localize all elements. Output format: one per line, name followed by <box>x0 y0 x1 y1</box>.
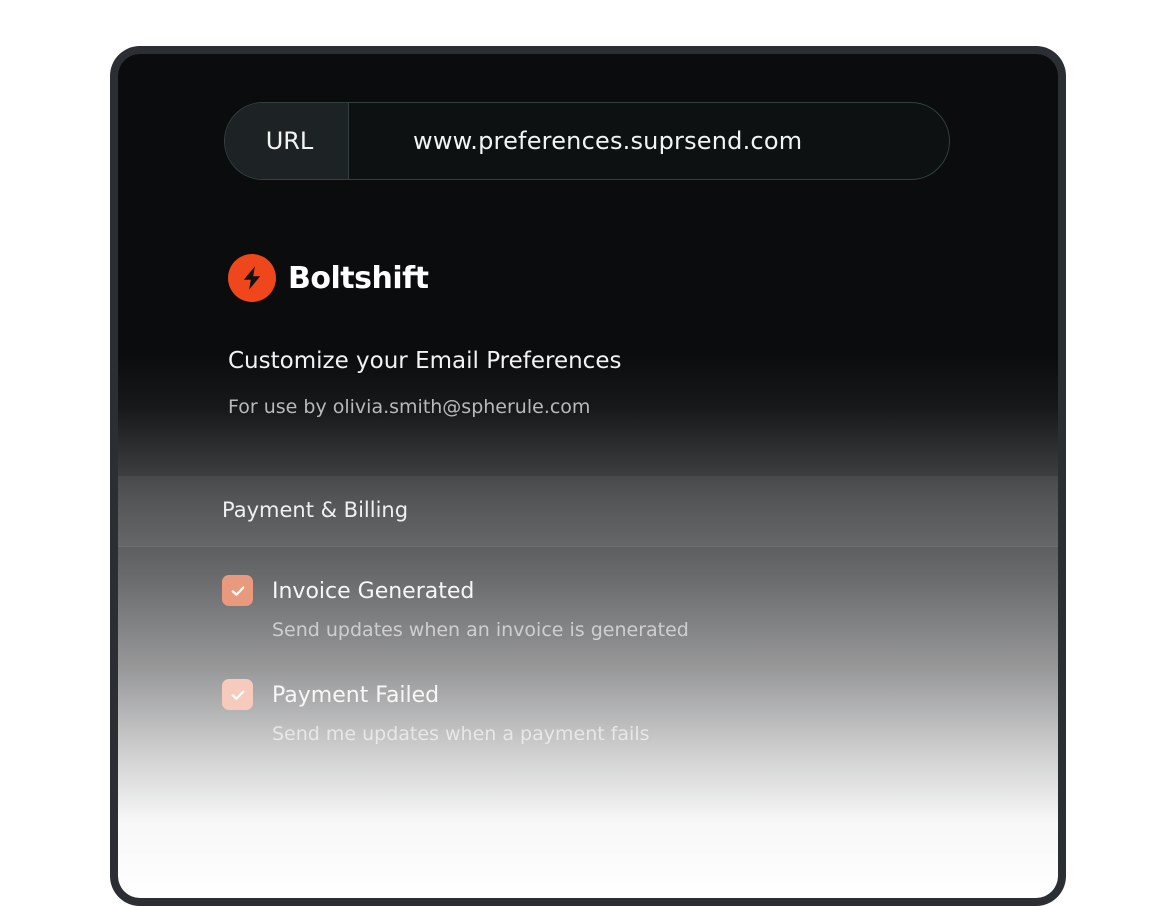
preference-description: Send updates when an invoice is generate… <box>272 619 689 641</box>
preference-title: Invoice Generated <box>272 579 475 604</box>
page-subtitle: For use by olivia.smith@spherule.com <box>228 396 591 418</box>
preference-title: Payment Failed <box>272 683 440 708</box>
page-title: Customize your Email Preferences <box>228 348 622 374</box>
device-frame: URL www.preferences.suprsend.com Boltshi… <box>110 46 1066 906</box>
checkbox-invoice-generated[interactable] <box>222 575 253 606</box>
checkbox-payment-failed[interactable] <box>222 679 253 710</box>
preferences-screen: URL www.preferences.suprsend.com Boltshi… <box>118 54 1058 898</box>
lightning-bolt-icon <box>228 254 276 302</box>
url-value[interactable]: www.preferences.suprsend.com <box>349 103 949 179</box>
check-icon <box>231 690 244 700</box>
url-label: URL <box>225 103 349 179</box>
preference-description: Send me updates when a payment fails <box>272 723 650 745</box>
check-icon <box>231 586 244 596</box>
url-bar[interactable]: URL www.preferences.suprsend.com <box>224 102 950 180</box>
brand: Boltshift <box>228 254 429 302</box>
section-title: Payment & Billing <box>222 498 409 522</box>
brand-name: Boltshift <box>288 260 429 296</box>
